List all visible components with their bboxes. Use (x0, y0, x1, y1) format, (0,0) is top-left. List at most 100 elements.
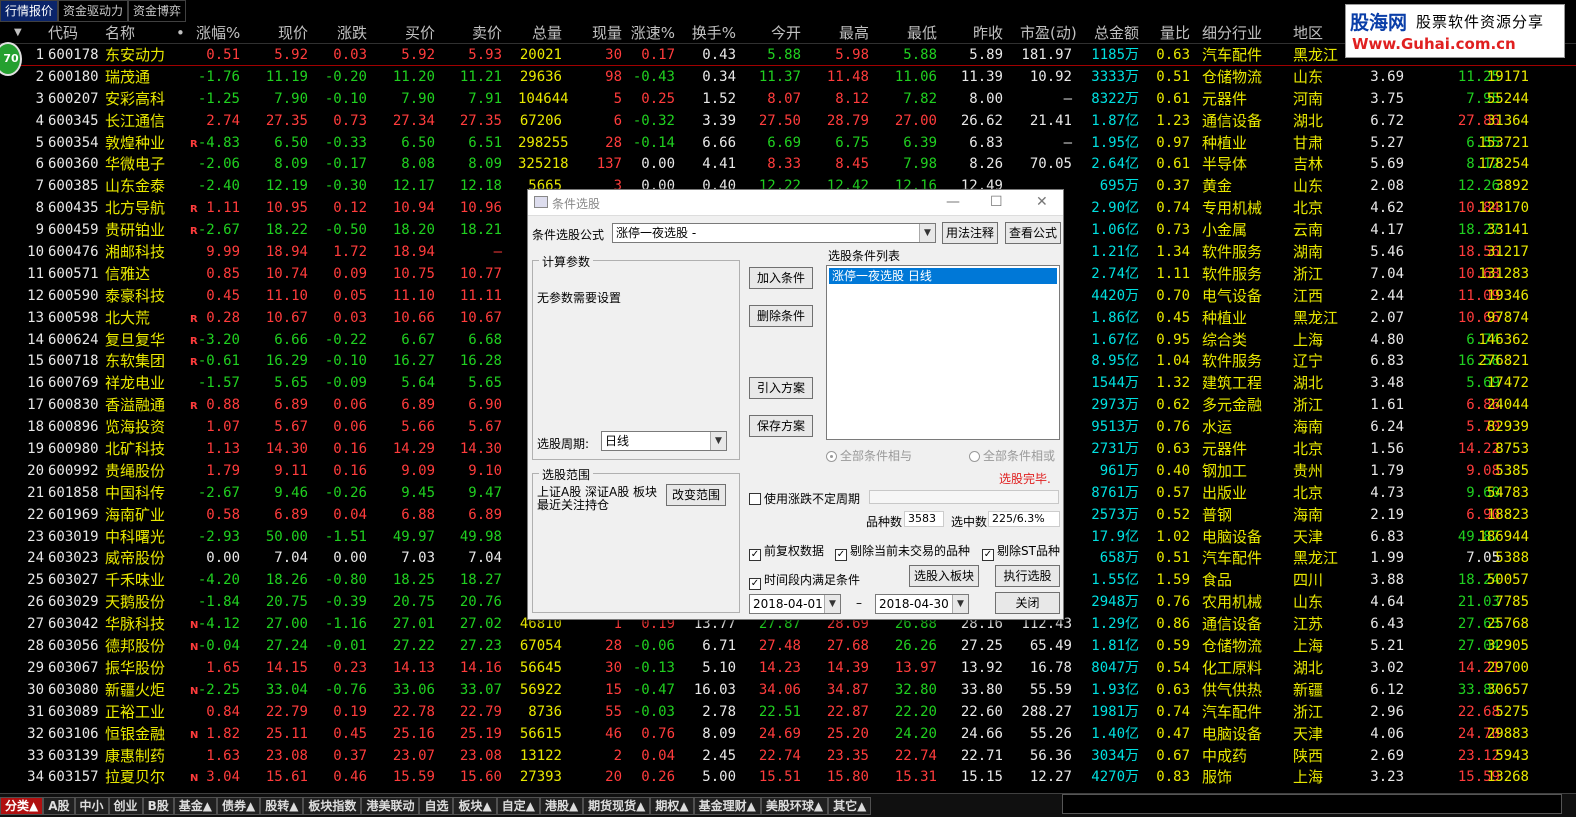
table-cell: -2.40 (197, 178, 240, 195)
prev-adjust-checkbox[interactable]: ✓ 前复权数据 (749, 542, 824, 561)
radio-all-or[interactable]: 全部条件相或 (969, 447, 1055, 464)
column-header-4[interactable]: 现价 (262, 22, 308, 44)
table-row[interactable]: 4 600345 长江通信 2.74 27.35 0.73 27.34 27.35 67206 6… (0, 110, 1576, 132)
select-to-block-button[interactable]: 选股入板块 (909, 565, 979, 587)
time-range-checkbox[interactable]: ✓ 时间段内满足条件 (749, 571, 860, 590)
column-header-17[interactable]: 总金额 (1074, 22, 1139, 44)
bottom-tab-16[interactable]: 基金理财▲ (693, 796, 761, 815)
table-cell: 27.48 (758, 638, 801, 655)
bottom-tab-8[interactable]: 板块指数 (303, 796, 362, 815)
close-button[interactable]: 关闭 (995, 592, 1060, 614)
tab-fund-drive[interactable]: 资金驱动力 (58, 0, 129, 22)
table-cell: 1.93亿 (1091, 681, 1139, 698)
bottom-tab-6[interactable]: 债券▲ (216, 796, 261, 815)
save-plan-button[interactable]: 保存方案 (749, 415, 813, 437)
condition-list-item[interactable]: 涨停一夜选股 日线 (829, 268, 1057, 284)
bottom-tab-14[interactable]: 期货现货▲ (583, 796, 651, 815)
delete-condition-button[interactable]: 删除条件 (749, 305, 813, 327)
column-header-9[interactable]: 现量 (586, 22, 622, 44)
period-select[interactable]: 日线 ▼ (601, 431, 727, 451)
bottom-tab-17[interactable]: 美股环球▲ (760, 796, 829, 815)
condition-list[interactable]: 涨停一夜选股 日线 (826, 265, 1060, 440)
table-cell: 16.03 (693, 681, 736, 698)
bottom-tab-13[interactable]: 港股▲ (539, 796, 584, 815)
bottom-tab-0[interactable]: 分类▲ (0, 796, 44, 815)
execute-select-button[interactable]: 执行选股 (995, 565, 1060, 587)
table-row[interactable]: 1 600178 东安动力 0.51 5.92 0.03 5.92 5.93 20021 30 0.… (0, 44, 1576, 66)
column-header-10[interactable]: 涨速% (626, 22, 675, 44)
date-separator: – (856, 596, 862, 610)
bottom-tab-12[interactable]: 自定▲ (496, 796, 540, 815)
table-row[interactable]: 33 603139 康惠制药 1.63 23.08 0.37 23.07 23.08 13122… (0, 745, 1576, 767)
exclude-st-checkbox[interactable]: ✓ 剔除ST品种 (982, 542, 1060, 561)
sort-triangle-icon[interactable]: ▼ (14, 22, 22, 44)
table-cell: 软件服务 (1202, 264, 1263, 283)
table-cell: 24044 (1486, 397, 1529, 414)
table-cell: 2573万 (1091, 506, 1139, 523)
column-header-13[interactable]: 最高 (823, 22, 869, 44)
column-header-2[interactable]: • (176, 22, 185, 44)
bottom-tab-3[interactable]: 创业 (108, 796, 143, 815)
column-header-5[interactable]: 涨跌 (322, 22, 367, 44)
column-header-18[interactable]: 量比 (1144, 22, 1190, 44)
table-cell: 3 (35, 90, 44, 107)
tab-quotes[interactable]: 行情报价 (0, 0, 59, 22)
table-row[interactable]: 32 603106 恒银金融 N 1.82 25.11 0.45 25.16 25.19 5661… (0, 723, 1576, 745)
table-cell: 21 (27, 484, 44, 501)
table-cell: 湖北 (1293, 111, 1324, 130)
view-formula-button[interactable]: 查看公式 (1005, 222, 1061, 244)
bottom-tab-1[interactable]: A股 (43, 796, 75, 815)
column-header-0[interactable]: 代码 (48, 22, 78, 44)
table-cell: 32.80 (894, 681, 937, 698)
column-header-6[interactable]: 买价 (390, 22, 435, 44)
close-icon[interactable]: ✕ (1036, 194, 1048, 210)
column-header-8[interactable]: 总量 (518, 22, 562, 44)
date-to-picker[interactable]: 2018-04-30 ▼ (875, 594, 969, 614)
column-header-16[interactable]: 市盈(动) (1020, 22, 1077, 44)
table-row[interactable]: 30 603080 新疆火炬 N -2.25 33.04 -0.76 33.06 33.07 56… (0, 679, 1576, 701)
bottom-tab-5[interactable]: 基金▲ (173, 796, 217, 815)
horizontal-scrollbar[interactable] (1062, 794, 1562, 814)
usage-notes-button[interactable]: 用法注释 (942, 222, 998, 244)
bottom-tab-11[interactable]: 板块▲ (453, 796, 497, 815)
column-header-1[interactable]: 名称 (105, 22, 135, 44)
bottom-tab-10[interactable]: 自选 (419, 796, 454, 815)
minimize-icon[interactable]: — (946, 194, 960, 210)
table-row[interactable]: 31 603089 正裕工业 0.84 22.79 0.19 22.78 22.79 8736 5… (0, 701, 1576, 723)
column-header-14[interactable]: 最低 (890, 22, 937, 44)
uncertain-period-checkbox[interactable]: 使用涨跌不定周期 (749, 490, 860, 507)
column-header-11[interactable]: 换手% (690, 22, 736, 44)
table-row[interactable]: 2 600180 瑞茂通 -1.76 11.19 -0.20 11.20 11.21 29636… (0, 66, 1576, 88)
table-row[interactable]: 6 600360 华微电子 -2.06 8.09 -0.17 8.08 8.09 325218 1… (0, 153, 1576, 175)
table-cell: 中成药 (1202, 746, 1248, 765)
column-header-3[interactable]: 涨幅% (196, 22, 240, 44)
tab-fund-game[interactable]: 资金博弈 (128, 0, 187, 22)
table-row[interactable]: 5 600354 敦煌种业 R -4.83 6.50 -0.33 6.50 6.51 298255… (0, 132, 1576, 154)
column-header-12[interactable]: 今开 (755, 22, 801, 44)
table-cell: 吉林 (1293, 155, 1324, 174)
bottom-tab-4[interactable]: B股 (142, 796, 174, 815)
table-cell: 6.69 (767, 134, 801, 151)
bottom-tab-7[interactable]: 股转▲ (260, 796, 304, 815)
table-row[interactable]: 3 600207 安彩高科 -1.25 7.90 -0.10 7.90 7.91 104644 5… (0, 88, 1576, 110)
change-range-button[interactable]: 改变范围 (666, 484, 726, 506)
exclude-untraded-checkbox[interactable]: ✓ 剔除当前未交易的品种 (835, 542, 970, 561)
table-cell: 1.99 (1370, 550, 1404, 567)
table-row[interactable]: 29 603067 振华股份 1.65 14.15 0.23 14.13 14.16 56645… (0, 657, 1576, 679)
formula-select[interactable]: 涨停一夜选股 - ▼ (612, 223, 936, 243)
import-plan-button[interactable]: 引入方案 (749, 377, 813, 399)
bottom-tab-15[interactable]: 期权▲ (650, 796, 694, 815)
column-header-7[interactable]: 卖价 (456, 22, 502, 44)
column-header-15[interactable]: 昨收 (956, 22, 1003, 44)
maximize-icon[interactable]: ☐ (990, 194, 1003, 210)
bottom-tab-9[interactable]: 港美联动 (361, 796, 420, 815)
bottom-tab-18[interactable]: 其它▲ (828, 796, 872, 815)
bottom-tab-2[interactable]: 中小 (74, 796, 109, 815)
column-header-19[interactable]: 细分行业 (1202, 22, 1262, 44)
radio-all-and[interactable]: 全部条件相与 (826, 447, 912, 464)
table-row[interactable]: 34 603157 拉夏贝尔 N 3.04 15.61 0.46 15.59 15.60 2739… (0, 766, 1576, 788)
date-from-picker[interactable]: 2018-04-01 ▼ (749, 594, 841, 614)
column-header-20[interactable]: 地区 (1293, 22, 1323, 44)
table-row[interactable]: 28 603056 德邦股份 N -0.04 27.24 -0.01 27.22 27.23 67… (0, 635, 1576, 657)
add-condition-button[interactable]: 加入条件 (749, 267, 813, 289)
